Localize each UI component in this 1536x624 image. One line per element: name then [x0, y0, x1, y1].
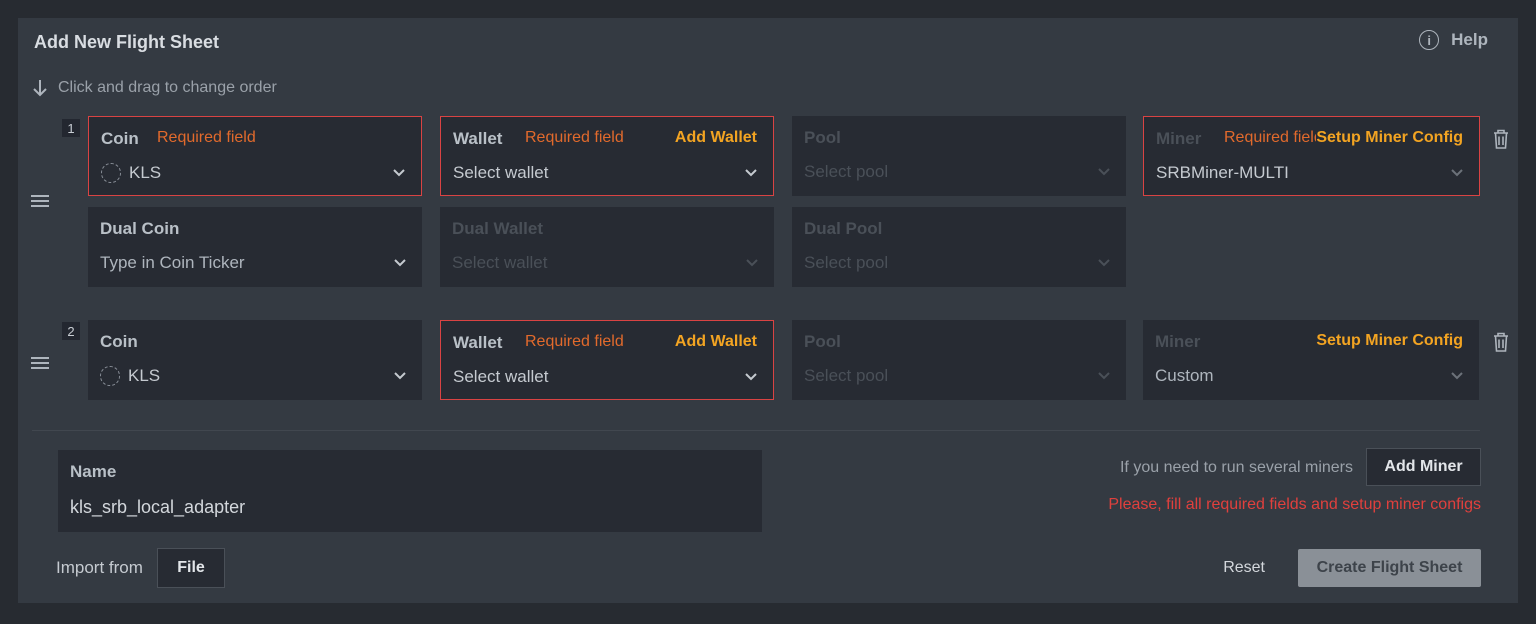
miner-2-pool-field: Pool Select pool [792, 320, 1126, 400]
add-miner-button[interactable]: Add Miner [1366, 448, 1481, 486]
coin-label: Coin [100, 332, 138, 351]
chevron-down-icon [1451, 372, 1463, 380]
add-miner-hint: If you need to run several miners [1119, 459, 1353, 476]
miner-1-pool-field: Pool Select pool [792, 116, 1126, 196]
flight-sheet-panel: Add New Flight Sheet i Help Click and dr… [18, 18, 1518, 603]
wallet-required: Required field [525, 129, 624, 146]
miner-1-wallet-field[interactable]: Wallet Required field Add Wallet Select … [440, 116, 774, 196]
chevron-down-icon [746, 259, 758, 267]
miner-2-wallet-field[interactable]: Wallet Required field Add Wallet Select … [440, 320, 774, 400]
miner-required: Required field [1224, 129, 1323, 146]
chevron-down-icon [1098, 372, 1110, 380]
pool-label: Pool [804, 332, 841, 351]
wallet-required: Required field [525, 333, 624, 350]
validation-error: Please, fill all required fields and set… [1108, 496, 1481, 513]
miner-1-dual-wallet-field: Dual Wallet Select wallet [440, 207, 774, 287]
chevron-down-icon [393, 169, 405, 177]
pool-placeholder: Select pool [804, 366, 889, 385]
wallet-placeholder: Select wallet [453, 367, 549, 386]
setup-miner-config-link[interactable]: Setup Miner Config [1316, 332, 1463, 350]
import-label: Import from [56, 558, 143, 577]
reorder-hint: Click and drag to change order [32, 78, 277, 98]
chevron-down-icon [745, 169, 757, 177]
wallet-label: Wallet [453, 333, 503, 352]
divider [32, 430, 1480, 431]
reorder-hint-text: Click and drag to change order [58, 79, 277, 96]
dual-wallet-label: Dual Wallet [452, 219, 543, 238]
help-label: Help [1451, 30, 1488, 49]
miner-2-index: 2 [62, 322, 80, 340]
name-value: kls_srb_local_adapter [70, 497, 246, 517]
miner-value: SRBMiner-MULTI [1156, 163, 1289, 182]
flight-sheet-name-field[interactable]: Name kls_srb_local_adapter [58, 450, 762, 532]
chevron-down-icon [394, 259, 406, 267]
chevron-down-icon [745, 373, 757, 381]
reset-button[interactable]: Reset [1223, 559, 1265, 577]
coin-ticker: KLS [128, 366, 161, 385]
miner-label: Miner [1156, 129, 1202, 148]
help-button[interactable]: i Help [1419, 30, 1488, 50]
chevron-down-icon [394, 372, 406, 380]
name-label: Name [70, 462, 117, 481]
trash-icon[interactable] [1492, 128, 1510, 150]
import-file-button[interactable]: File [157, 548, 225, 588]
miner-1-dual-pool-field: Dual Pool Select pool [792, 207, 1126, 287]
dual-coin-label: Dual Coin [100, 219, 180, 238]
miner-1-coin-field[interactable]: Coin Required field KLS [88, 116, 422, 196]
dual-wallet-placeholder: Select wallet [452, 253, 548, 272]
miner-label: Miner [1155, 332, 1201, 351]
drag-handle-icon[interactable] [31, 354, 49, 372]
dual-coin-placeholder: Type in Coin Ticker [100, 253, 245, 272]
drag-handle-icon[interactable] [31, 192, 49, 210]
coin-icon [101, 163, 121, 183]
miner-1-index: 1 [62, 119, 80, 137]
page-title: Add New Flight Sheet [34, 32, 220, 52]
pool-placeholder: Select pool [804, 162, 889, 181]
dual-pool-label: Dual Pool [804, 219, 883, 238]
miner-2-coin-field[interactable]: Coin KLS [88, 320, 422, 400]
miner-value: Custom [1155, 366, 1214, 385]
coin-ticker: KLS [129, 163, 162, 182]
pool-label: Pool [804, 128, 841, 147]
coin-value: KLS [101, 163, 161, 183]
miner-2-miner-field[interactable]: Miner Setup Miner Config Custom [1143, 320, 1479, 400]
chevron-down-icon [1451, 169, 1463, 177]
wallet-label: Wallet [453, 129, 503, 148]
chevron-down-icon [1098, 168, 1110, 176]
coin-required: Required field [157, 129, 256, 146]
arrow-down-icon [33, 80, 47, 97]
coin-label: Coin [101, 129, 139, 148]
coin-icon [100, 366, 120, 386]
wallet-placeholder: Select wallet [453, 163, 549, 182]
info-icon: i [1419, 30, 1440, 50]
miner-1-miner-field[interactable]: Miner Required field Setup Miner Config … [1143, 116, 1480, 196]
add-wallet-link[interactable]: Add Wallet [675, 333, 757, 351]
dual-pool-placeholder: Select pool [804, 253, 889, 272]
coin-value: KLS [100, 366, 160, 386]
chevron-down-icon [1098, 259, 1110, 267]
trash-icon[interactable] [1492, 331, 1510, 353]
add-wallet-link[interactable]: Add Wallet [675, 129, 757, 147]
create-flight-sheet-button[interactable]: Create Flight Sheet [1298, 549, 1481, 587]
miner-1-dual-coin-field[interactable]: Dual Coin Type in Coin Ticker [88, 207, 422, 287]
setup-miner-config-link[interactable]: Setup Miner Config [1316, 129, 1463, 147]
